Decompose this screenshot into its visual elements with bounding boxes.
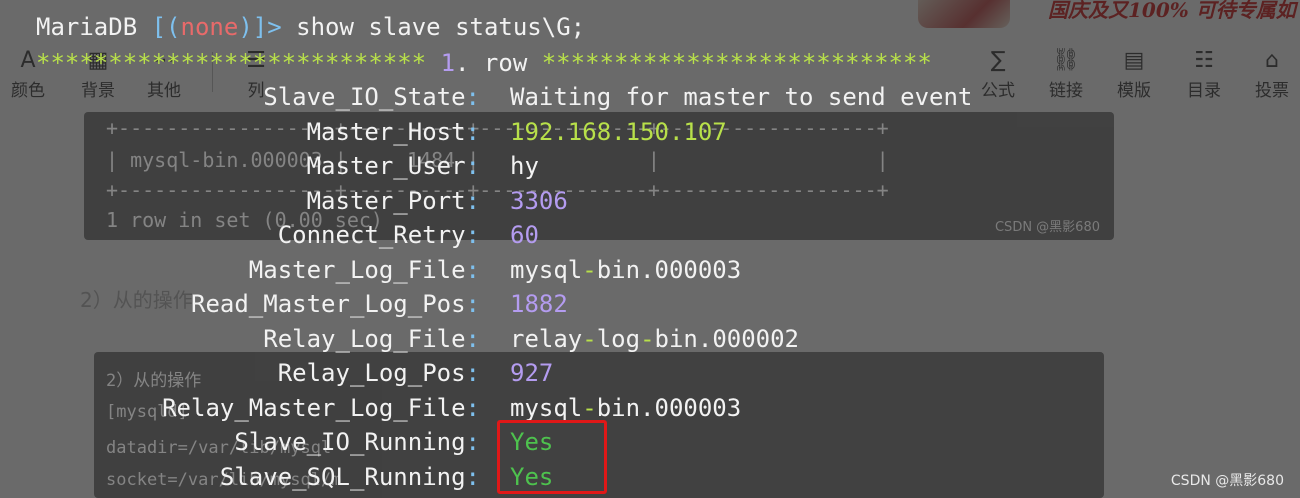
field-value-relay-log-pos: 927 <box>510 359 554 387</box>
field-key-slave-io-state: Slave_IO_State: <box>263 83 480 111</box>
field-key-connect-retry: Connect_Retry: <box>277 221 480 249</box>
csdn-watermark: CSDN @黑影680 <box>1170 473 1284 489</box>
highlight-box <box>497 420 607 494</box>
field-key-relay-log-file: Relay_Log_File: <box>263 325 480 353</box>
row-stars-left: *************************** <box>36 49 441 77</box>
prompt-database: none <box>180 13 239 41</box>
prompt-close: )]> <box>238 13 282 41</box>
prompt-open: [( <box>137 13 181 41</box>
field-value-master-port: 3306 <box>510 187 568 215</box>
field-key-relay-master-log-file: Relay_Master_Log_File: <box>162 394 480 422</box>
row-label: . row <box>455 49 542 77</box>
field-value-relay-log-file: relay-log-bin.000002 <box>510 325 800 353</box>
field-key-master-user: Master_User: <box>306 152 480 180</box>
field-key-master-log-file: Master_Log_File: <box>248 256 480 284</box>
field-value-slave-io-state: Waiting for master to send event <box>510 83 973 111</box>
field-value-master-log-file: mysql-bin.000003 <box>510 256 742 284</box>
terminal-output: MariaDB [(none)]> show slave status\G; *… <box>0 0 1300 498</box>
field-value-connect-retry: 60 <box>510 221 539 249</box>
field-key-relay-log-pos: Relay_Log_Pos: <box>277 359 480 387</box>
field-key-master-host: Master_Host: <box>306 118 480 146</box>
field-value-master-user: hy <box>510 152 539 180</box>
prompt-db: MariaDB <box>36 13 138 41</box>
field-key-read-master-log-pos: Read_Master_Log_Pos: <box>191 290 480 318</box>
command-text: show slave status\G; <box>281 13 586 41</box>
row-number: 1 <box>440 49 456 77</box>
field-key-slave-sql-running: Slave_SQL_Running: <box>219 463 480 491</box>
field-key-slave-io-running: Slave_IO_Running: <box>234 428 480 456</box>
prompt-line: MariaDB [(none)]> show slave status\G; <box>36 10 585 44</box>
row-stars-right: *************************** <box>541 49 932 77</box>
field-value-master-host: 192.168.150.107 <box>510 118 727 146</box>
field-key-master-port: Master_Port: <box>306 187 480 215</box>
field-value-read-master-log-pos: 1882 <box>510 290 568 318</box>
row-header: *************************** 1. row *****… <box>36 46 932 80</box>
